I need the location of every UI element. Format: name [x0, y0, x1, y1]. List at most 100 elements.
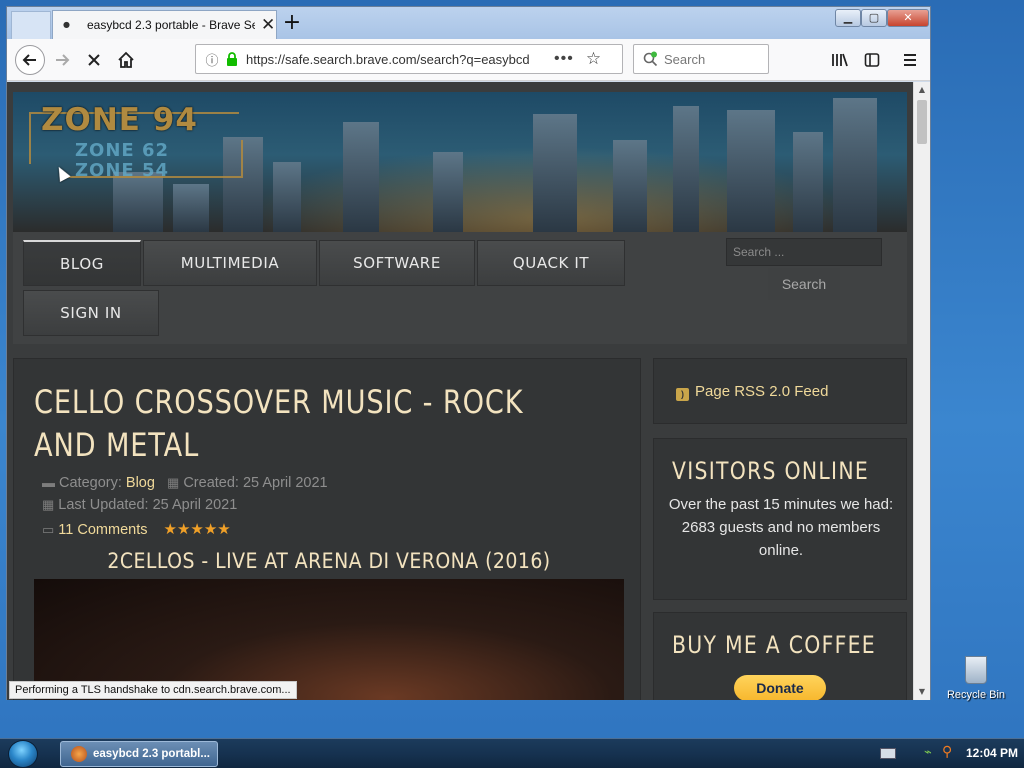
stop-icon — [88, 54, 100, 66]
rss-label: Page RSS 2.0 Feed — [695, 383, 829, 400]
coffee-box: BUY ME A COFFEE Donate — [653, 612, 907, 700]
stop-button[interactable] — [81, 47, 107, 73]
forward-icon — [56, 54, 70, 66]
minimize-button[interactable]: ▁ — [835, 9, 861, 27]
site-search-input[interactable]: Search ... — [726, 238, 882, 266]
scroll-up-icon[interactable]: ▲ — [914, 82, 930, 98]
banner-building — [113, 172, 163, 232]
created-date: Created: 25 April 2021 — [183, 475, 328, 491]
home-icon — [118, 51, 134, 68]
nav-item-sign-in[interactable]: SIGN IN — [23, 290, 159, 336]
site-banner[interactable]: ZONE 94 ZONE 62 ZONE 54 — [13, 92, 907, 232]
menu-icon — [904, 54, 916, 66]
recycle-bin-label: Recycle Bin — [946, 689, 1006, 701]
site-search-button[interactable]: Search — [768, 268, 840, 300]
folder-icon: ▬ — [42, 475, 55, 490]
banner-building — [273, 162, 301, 232]
page-viewport: ZONE 94 ZONE 62 ZONE 54 BLOG MULTIMEDIA … — [7, 82, 913, 700]
donate-button[interactable]: Donate — [734, 675, 826, 700]
article-meta-category: ▬ Category: Blog ▦ Created: 25 April 2021 — [42, 475, 328, 491]
banner-building — [533, 114, 577, 232]
back-button[interactable] — [15, 45, 45, 75]
nav-item-software[interactable]: SOFTWARE — [319, 240, 475, 286]
back-icon — [22, 54, 36, 66]
calendar-icon: ▦ — [42, 497, 55, 512]
rating-stars[interactable]: ★★★★★ — [164, 521, 231, 538]
maximize-button[interactable]: ▢ — [861, 9, 887, 27]
taskbar: easybcd 2.3 portabl... ⌁ ⚲ 12:04 PM — [0, 738, 1024, 768]
visitors-box: VISITORS ONLINE Over the past 15 minutes… — [653, 438, 907, 600]
bookmark-star-icon[interactable]: ☆ — [586, 49, 601, 69]
nav-item-multimedia[interactable]: MULTIMEDIA — [143, 240, 317, 286]
browser-app-icon — [71, 746, 87, 762]
updated-date: Last Updated: 25 April 2021 — [58, 497, 238, 513]
search-input[interactable]: Search — [633, 44, 769, 74]
video-title: 2CELLOS - LIVE AT ARENA DI VERONA (2016) — [107, 549, 551, 573]
rss-box: ) Page RSS 2.0 Feed — [653, 358, 907, 424]
search-icon — [643, 51, 658, 67]
scroll-down-icon[interactable]: ▼ — [914, 684, 930, 700]
article-meta-comments: ▭ 11 Comments ★★★★★ — [42, 520, 231, 538]
browser-window: ● easybcd 2.3 portable - Brave Sea ✕ + ▁… — [6, 6, 931, 700]
banner-building — [793, 132, 823, 232]
start-button[interactable] — [8, 740, 38, 768]
network-icon[interactable]: ⌁ — [924, 745, 932, 760]
page-scrollbar[interactable]: ▲ ▼ — [913, 82, 930, 700]
banner-building — [173, 184, 209, 232]
site-logo-sub: ZONE 62 — [75, 140, 170, 161]
site-logo: ZONE 94 — [41, 102, 198, 138]
browser-tab[interactable]: ● easybcd 2.3 portable - Brave Sea ✕ — [52, 10, 277, 39]
library-button[interactable] — [827, 47, 853, 73]
forward-button[interactable] — [49, 47, 75, 73]
banner-building — [433, 152, 463, 232]
banner-building — [833, 98, 877, 232]
status-bar: Performing a TLS handshake to cdn.search… — [9, 681, 297, 699]
lock-icon — [227, 52, 237, 66]
coffee-title: BUY ME A COFFEE — [672, 631, 876, 659]
menu-button[interactable] — [897, 47, 923, 73]
page-actions-icon[interactable]: ••• — [554, 50, 574, 68]
scroll-thumb[interactable] — [917, 100, 927, 144]
tray-search-icon[interactable]: ⚲ — [942, 744, 952, 760]
site-logo-sub: ZONE 54 — [75, 160, 170, 181]
search-placeholder: Search — [664, 51, 706, 67]
loading-icon: ● — [63, 20, 70, 29]
article: CELLO CROSSOVER MUSIC - ROCK AND METAL ▬… — [13, 358, 641, 700]
nav-toolbar: ⓘ https://safe.search.brave.com/search?q… — [7, 39, 930, 81]
tab-strip: ● easybcd 2.3 portable - Brave Sea ✕ + ▁… — [7, 7, 930, 39]
keyboard-icon[interactable] — [880, 748, 896, 759]
rss-link[interactable]: ) Page RSS 2.0 Feed — [676, 383, 828, 401]
rss-icon: ) — [676, 388, 689, 401]
library-icon — [832, 53, 848, 67]
tab-strip-pad — [11, 11, 51, 39]
article-title[interactable]: CELLO CROSSOVER MUSIC - ROCK AND METAL — [34, 381, 536, 467]
url-text[interactable]: https://safe.search.brave.com/search?q=e… — [246, 52, 546, 67]
banner-building — [343, 122, 379, 232]
home-button[interactable] — [113, 47, 139, 73]
taskbar-item-browser[interactable]: easybcd 2.3 portabl... — [60, 741, 218, 767]
calendar-icon: ▦ — [167, 475, 180, 490]
category-link[interactable]: Blog — [126, 475, 155, 491]
banner-building — [673, 106, 699, 232]
taskbar-item-label: easybcd 2.3 portabl... — [93, 748, 210, 760]
comment-icon: ▭ — [42, 522, 55, 537]
category-label: Category: — [59, 475, 122, 491]
address-bar[interactable]: ⓘ https://safe.search.brave.com/search?q… — [195, 44, 623, 74]
article-meta-updated: ▦ Last Updated: 25 April 2021 — [42, 497, 237, 513]
close-window-button[interactable]: ✕ — [887, 9, 929, 27]
recycle-bin[interactable]: Recycle Bin — [942, 656, 1010, 701]
banner-building — [727, 110, 775, 232]
recycle-bin-icon — [965, 656, 987, 684]
info-icon[interactable]: ⓘ — [202, 50, 222, 69]
close-tab-icon[interactable]: ✕ — [261, 16, 275, 34]
site-nav: BLOG MULTIMEDIA SOFTWARE QUACK IT SIGN I… — [13, 232, 907, 344]
sidebar-icon — [864, 53, 880, 67]
comments-link[interactable]: 11 Comments — [58, 522, 147, 538]
visitors-text: Over the past 15 minutes we had: 2683 gu… — [668, 496, 894, 559]
nav-item-quack-it[interactable]: QUACK IT — [477, 240, 625, 286]
new-tab-button[interactable]: + — [279, 9, 305, 37]
nav-item-blog[interactable]: BLOG — [23, 240, 141, 286]
visitors-title: VISITORS ONLINE — [672, 457, 870, 485]
clock[interactable]: 12:04 PM — [966, 746, 1018, 760]
sidebar-button[interactable] — [859, 47, 885, 73]
